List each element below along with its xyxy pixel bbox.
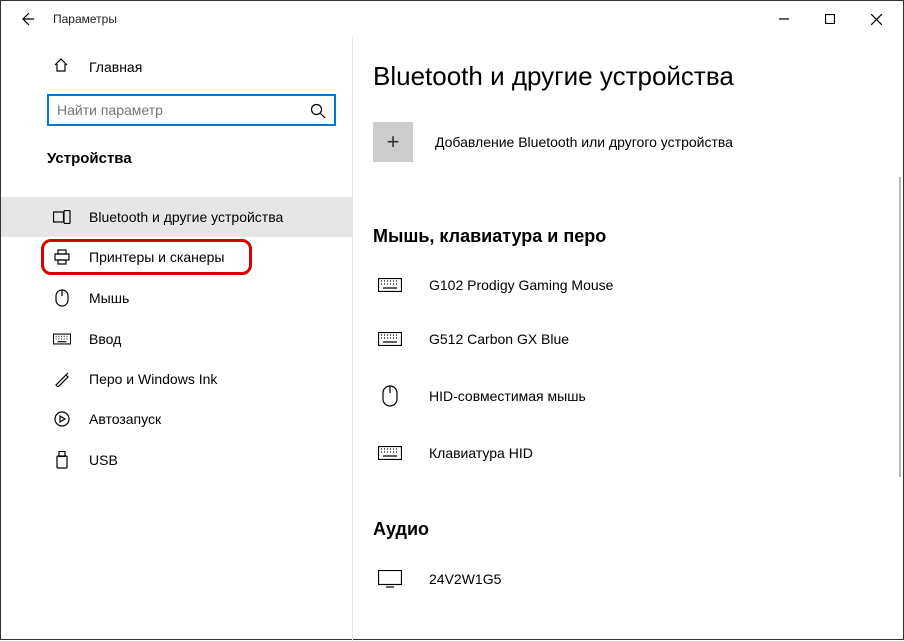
sidebar-item-autoplay[interactable]: Автозапуск bbox=[1, 399, 352, 439]
sidebar-item-label: Мышь bbox=[89, 290, 129, 306]
add-device-button[interactable]: + Добавление Bluetooth или другого устро… bbox=[373, 122, 883, 162]
plus-icon: + bbox=[373, 122, 413, 162]
sidebar-item-printers[interactable]: Принтеры и сканеры bbox=[1, 237, 352, 277]
search-icon bbox=[310, 103, 326, 122]
autoplay-icon bbox=[53, 411, 71, 427]
device-name: 24V2W1G5 bbox=[429, 571, 501, 587]
device-item[interactable]: G512 Carbon GX Blue bbox=[373, 321, 883, 375]
page-title: Bluetooth и другие устройства bbox=[373, 61, 883, 92]
sidebar-home-label: Главная bbox=[89, 59, 142, 75]
device-name: Клавиатура HID bbox=[429, 445, 533, 461]
device-name: G102 Prodigy Gaming Mouse bbox=[429, 277, 613, 293]
sidebar-item-usb[interactable]: USB bbox=[1, 439, 352, 481]
sidebar-item-label: USB bbox=[89, 452, 118, 468]
usb-icon bbox=[53, 451, 71, 469]
sidebar-item-bluetooth[interactable]: Bluetooth и другие устройства bbox=[1, 197, 352, 237]
keyboard-icon bbox=[53, 333, 71, 345]
device-name: HID-совместимая мышь bbox=[429, 388, 586, 404]
pen-icon bbox=[53, 371, 71, 387]
back-button[interactable] bbox=[15, 7, 39, 31]
mouse-icon bbox=[53, 289, 71, 307]
monitor-icon bbox=[377, 570, 403, 588]
sidebar-item-label: Принтеры и сканеры bbox=[89, 249, 224, 265]
sidebar-item-label: Перо и Windows Ink bbox=[89, 371, 217, 387]
scrollbar[interactable] bbox=[899, 177, 901, 477]
search-input-wrap[interactable] bbox=[47, 94, 336, 126]
sidebar-item-mouse[interactable]: Мышь bbox=[1, 277, 352, 319]
device-item[interactable]: HID-совместимая мышь bbox=[373, 375, 883, 435]
add-device-label: Добавление Bluetooth или другого устройс… bbox=[435, 134, 733, 150]
device-item[interactable]: G102 Prodigy Gaming Mouse bbox=[373, 267, 883, 321]
home-icon bbox=[53, 57, 69, 76]
devices-icon bbox=[53, 210, 71, 224]
sidebar-home[interactable]: Главная bbox=[1, 49, 352, 84]
sidebar-item-typing[interactable]: Ввод bbox=[1, 319, 352, 359]
search-input[interactable] bbox=[57, 102, 304, 118]
maximize-button[interactable] bbox=[807, 3, 853, 35]
section-title-input: Мышь, клавиатура и перо bbox=[373, 226, 883, 247]
mouse-icon bbox=[377, 385, 403, 407]
minimize-button[interactable] bbox=[761, 3, 807, 35]
sidebar: Главная Устройства Bluetooth и другие ус… bbox=[1, 37, 353, 641]
window-title: Параметры bbox=[53, 12, 117, 26]
close-button[interactable] bbox=[853, 3, 899, 35]
printer-icon bbox=[53, 249, 71, 265]
sidebar-section-label: Устройства bbox=[1, 136, 352, 177]
content-pane: Bluetooth и другие устройства + Добавлен… bbox=[353, 37, 903, 641]
sidebar-item-label: Автозапуск bbox=[89, 411, 161, 427]
section-title-audio: Аудио bbox=[373, 519, 883, 540]
sidebar-item-label: Bluetooth и другие устройства bbox=[89, 209, 283, 225]
sidebar-item-label: Ввод bbox=[89, 331, 121, 347]
device-item[interactable]: Клавиатура HID bbox=[373, 435, 883, 489]
sidebar-item-pen[interactable]: Перо и Windows Ink bbox=[1, 359, 352, 399]
keyboard-icon bbox=[377, 332, 403, 346]
keyboard-icon bbox=[377, 278, 403, 292]
titlebar: Параметры bbox=[1, 1, 903, 37]
device-item[interactable]: 24V2W1G5 bbox=[373, 560, 883, 588]
device-name: G512 Carbon GX Blue bbox=[429, 331, 569, 347]
keyboard-icon bbox=[377, 446, 403, 460]
